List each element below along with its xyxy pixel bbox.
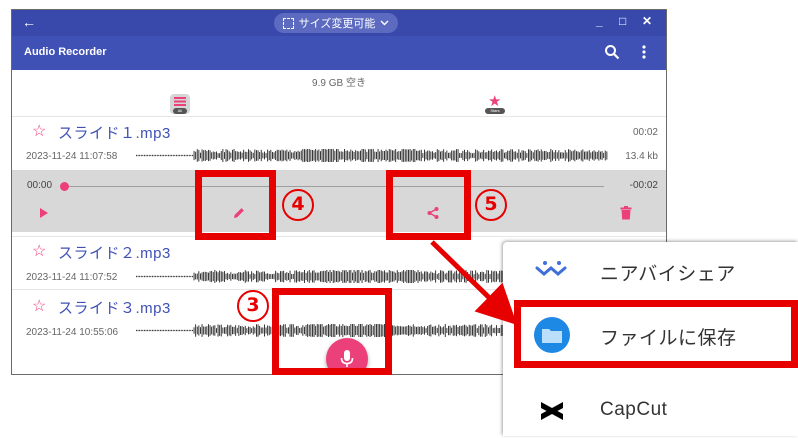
arrow-annotation	[430, 240, 518, 325]
